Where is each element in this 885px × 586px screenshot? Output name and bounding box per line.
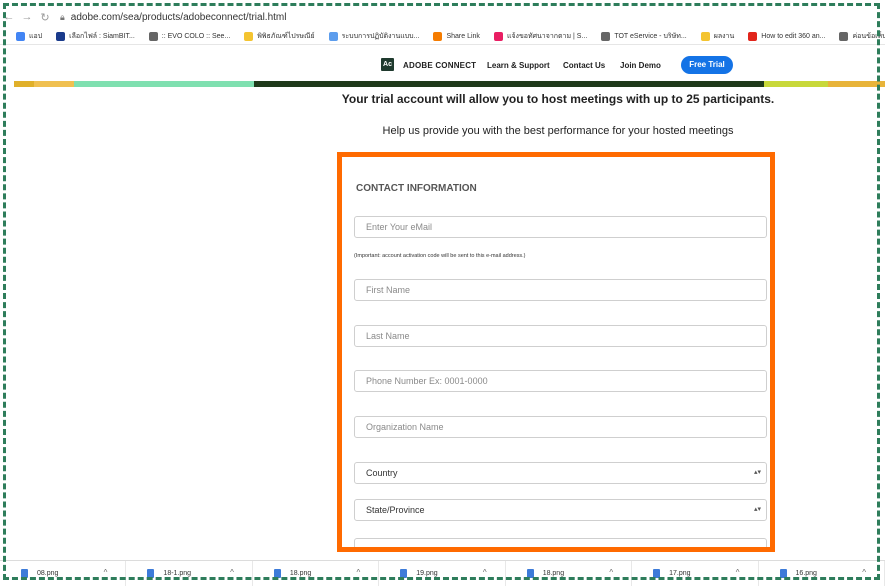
chevron-up-icon[interactable]: ^ [104, 568, 108, 577]
download-item[interactable]: 18.png ^ [253, 561, 380, 586]
download-filename: 08.png [37, 570, 59, 577]
email-field[interactable] [354, 216, 767, 238]
bookmark-label: ระบบการปฏิบัติงานแบบ... [341, 32, 420, 40]
postal-code-field[interactable] [354, 538, 767, 547]
share-link-icon [433, 31, 443, 41]
decor-stripe [828, 81, 885, 87]
chevron-up-icon[interactable]: ^ [862, 568, 866, 577]
bookmark-item[interactable]: :: EVO COLO :: See... [148, 31, 231, 41]
bookmark-label: TOT eService - บริษัท... [614, 32, 687, 40]
download-filename: 18.png [289, 570, 312, 577]
globe-icon [148, 31, 158, 41]
siambit-icon [56, 31, 66, 41]
download-item[interactable]: 19.png ^ [379, 561, 506, 586]
image-file-icon [779, 569, 787, 578]
adobe-icon [748, 31, 758, 41]
reload-icon[interactable]: ↻ [36, 11, 54, 24]
adobe-connect-logo-icon[interactable]: Ac [381, 58, 394, 71]
bookmark-item[interactable]: Share Link [433, 31, 480, 41]
chevron-up-icon[interactable]: ^ [357, 568, 361, 577]
image-file-icon [400, 569, 408, 578]
back-icon[interactable]: ← [0, 11, 18, 23]
decor-stripe [254, 81, 764, 87]
trial-subline: Help us provide you with the best perfor… [382, 125, 734, 137]
contact-form: CONTACT INFORMATION (Important: account … [337, 152, 775, 552]
bookmark-item[interactable]: ระบบการปฏิบัติงานแบบ... [328, 31, 420, 42]
globe-icon [601, 31, 611, 41]
forward-icon[interactable]: → [18, 11, 36, 23]
download-item[interactable]: 16.png ^ [759, 561, 885, 586]
browser-toolbar: ← → ↻ 🔒︎ adobe.com/sea/products/adobecon… [0, 7, 885, 27]
state-select[interactable]: State/Province ▴▾ [354, 499, 767, 521]
feed-icon [493, 31, 503, 41]
country-select[interactable]: Country ▴▾ [354, 462, 767, 484]
download-item[interactable]: 18-1.png ^ [126, 561, 253, 586]
download-filename: 17.png [669, 570, 691, 577]
state-select-value: State/Province [366, 505, 425, 515]
free-trial-button[interactable]: Free Trial [681, 56, 733, 74]
bookmark-item[interactable]: ค่อนข้อเห็นเว็บเชื่อกล้อง... [839, 31, 885, 42]
nav-learn-support[interactable]: Learn & Support [487, 61, 550, 70]
country-select-value: Country [366, 468, 398, 478]
bookmark-item[interactable]: How to edit 360 an... [748, 31, 826, 41]
download-filename: 18-1.png [163, 570, 192, 577]
select-arrows-icon: ▴▾ [753, 469, 761, 476]
bookmark-item[interactable]: TOT eService - บริษัท... [601, 31, 687, 42]
download-filename: 19.png [416, 570, 438, 577]
image-file-icon [147, 569, 155, 578]
bookmark-item[interactable]: เลือกไฟล์ : SiamBIT... [56, 31, 135, 42]
chevron-up-icon[interactable]: ^ [609, 568, 613, 577]
download-item[interactable]: 17.png ^ [632, 561, 759, 586]
folder-icon [700, 31, 710, 41]
image-file-icon [273, 569, 281, 578]
decor-stripe [764, 81, 828, 87]
email-note: (Important: account activation code will… [354, 253, 526, 259]
bookmark-label: ค่อนข้อเห็นเว็บเชื่อกล้อง... [852, 32, 885, 40]
bookmark-item[interactable]: ผลงาน [700, 31, 735, 42]
bookmark-item[interactable]: แอป [16, 31, 42, 42]
chevron-up-icon[interactable]: ^ [736, 568, 740, 577]
download-item[interactable]: 08.png ^ [0, 561, 127, 586]
nav-join-demo[interactable]: Join Demo [620, 61, 661, 70]
trial-headline: Your trial account will allow you to hos… [341, 92, 775, 106]
bookmark-label: แจ้งขอทัศนาจากตาม | S... [506, 32, 588, 40]
bookmark-label: เลือกไฟล์ : SiamBIT... [69, 32, 135, 40]
chevron-up-icon[interactable]: ^ [483, 568, 487, 577]
decor-stripe [14, 81, 34, 87]
bookmark-item[interactable]: พิพิธภัณฑ์ไปรษณีย์ [244, 31, 315, 42]
brand-name[interactable]: ADOBE CONNECT [403, 61, 476, 70]
bookmark-label: Share Link [446, 32, 480, 40]
bookmark-label: แอป [29, 32, 43, 40]
nav-contact-us[interactable]: Contact Us [563, 61, 605, 70]
image-file-icon [653, 569, 661, 578]
globe-icon [839, 31, 849, 41]
decor-stripe [74, 81, 254, 87]
image-file-icon [526, 569, 534, 578]
download-item[interactable]: 18.png ^ [506, 561, 633, 586]
site-header: Ac ADOBE CONNECT Learn & Support Contact… [0, 52, 885, 80]
app-icon [328, 31, 338, 41]
apps-grid-icon [16, 31, 25, 41]
chevron-up-icon[interactable]: ^ [230, 568, 234, 577]
folder-icon [244, 31, 254, 41]
lock-icon[interactable]: 🔒︎ [60, 12, 65, 23]
bookmark-label: How to edit 360 an... [761, 32, 826, 40]
bookmarks-bar: แอป เลือกไฟล์ : SiamBIT...:: EVO COLO :: … [0, 28, 885, 45]
section-title: CONTACT INFORMATION [356, 183, 477, 194]
last-name-field[interactable] [354, 325, 767, 347]
download-filename: 18.png [542, 570, 565, 577]
decor-stripe [34, 81, 74, 87]
downloads-bar: 08.png ^ 18-1.png ^ 18.png ^ 19.png ^ 18.png ^ 17.… [0, 560, 885, 586]
address-bar[interactable]: adobe.com/sea/products/adobeconnect/tria… [71, 12, 287, 23]
first-name-field[interactable] [354, 279, 767, 301]
bookmark-item[interactable]: แจ้งขอทัศนาจากตาม | S... [493, 31, 588, 42]
image-file-icon [21, 569, 28, 578]
bookmark-label: :: EVO COLO :: See... [161, 32, 231, 40]
organization-field[interactable] [354, 416, 767, 438]
bookmark-label: ผลงาน [713, 32, 735, 40]
select-arrows-icon: ▴▾ [753, 506, 761, 513]
phone-field[interactable] [354, 370, 767, 392]
bookmark-label: พิพิธภัณฑ์ไปรษณีย์ [257, 32, 315, 40]
download-filename: 16.png [795, 570, 817, 577]
